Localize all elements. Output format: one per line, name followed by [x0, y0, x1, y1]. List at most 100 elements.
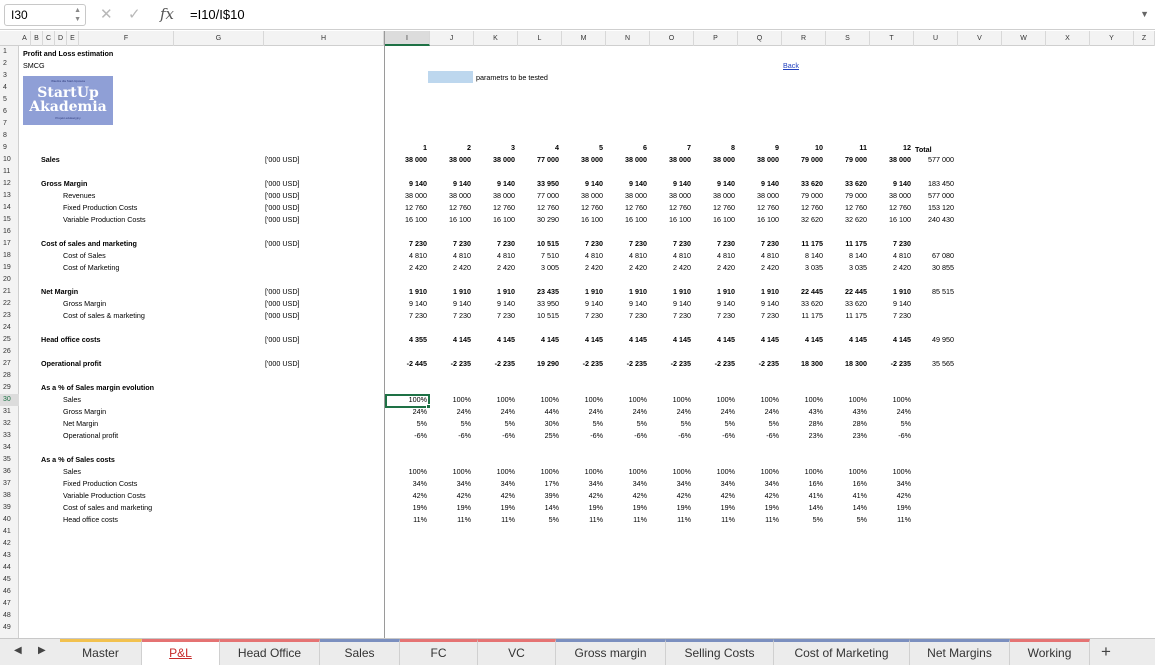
row-header-30[interactable]: 30	[0, 394, 19, 406]
row-header-1[interactable]: 1	[0, 46, 19, 58]
row-header-48[interactable]: 48	[0, 610, 19, 622]
row-header-3[interactable]: 3	[0, 70, 19, 82]
fill-handle[interactable]	[426, 404, 431, 409]
column-header-l[interactable]: L	[518, 31, 562, 46]
column-header-w[interactable]: W	[1002, 31, 1046, 46]
cancel-icon[interactable]: ✕	[100, 5, 113, 23]
row-header-7[interactable]: 7	[0, 118, 19, 130]
prev-sheet-icon[interactable]: ◀	[14, 645, 22, 656]
add-sheet-button[interactable]: +	[1095, 640, 1117, 664]
column-header-n[interactable]: N	[606, 31, 650, 46]
row-header-11[interactable]: 11	[0, 166, 19, 178]
column-header-e[interactable]: E	[67, 31, 79, 46]
row-header-14[interactable]: 14	[0, 202, 19, 214]
row-header-26[interactable]: 26	[0, 346, 19, 358]
column-header-d[interactable]: D	[55, 31, 67, 46]
column-header-i[interactable]: I	[385, 31, 430, 46]
row-header-8[interactable]: 8	[0, 130, 19, 142]
row-header-17[interactable]: 17	[0, 238, 19, 250]
sheet-tab-head-office[interactable]: Head Office	[220, 639, 320, 665]
row-header-42[interactable]: 42	[0, 538, 19, 550]
row-header-43[interactable]: 43	[0, 550, 19, 562]
column-header-k[interactable]: K	[474, 31, 518, 46]
row-header-4[interactable]: 4	[0, 82, 19, 94]
row-header-45[interactable]: 45	[0, 574, 19, 586]
column-header-x[interactable]: X	[1046, 31, 1090, 46]
row-header-25[interactable]: 25	[0, 334, 19, 346]
row-header-23[interactable]: 23	[0, 310, 19, 322]
row-header-10[interactable]: 10	[0, 154, 19, 166]
column-header-v[interactable]: V	[958, 31, 1002, 46]
column-header-f[interactable]: F	[79, 31, 174, 46]
row-header-2[interactable]: 2	[0, 58, 19, 70]
column-header-p[interactable]: P	[694, 31, 738, 46]
row-header-35[interactable]: 35	[0, 454, 19, 466]
row-header-5[interactable]: 5	[0, 94, 19, 106]
row-header-16[interactable]: 16	[0, 226, 19, 238]
sheet-tab-fc[interactable]: FC	[400, 639, 478, 665]
column-header-c[interactable]: C	[43, 31, 55, 46]
sheet-tab-net-margins[interactable]: Net Margins	[910, 639, 1010, 665]
back-link-text[interactable]: Back	[783, 61, 799, 70]
sheet-tab-cost-of-marketing[interactable]: Cost of Marketing	[774, 639, 910, 665]
column-header-t[interactable]: T	[870, 31, 914, 46]
row-header-39[interactable]: 39	[0, 502, 19, 514]
row-header-47[interactable]: 47	[0, 598, 19, 610]
row-header-37[interactable]: 37	[0, 478, 19, 490]
row-header-36[interactable]: 36	[0, 466, 19, 478]
row-header-41[interactable]: 41	[0, 526, 19, 538]
row-header-38[interactable]: 38	[0, 490, 19, 502]
sheet-tab-working[interactable]: Working	[1010, 639, 1090, 665]
column-header-y[interactable]: Y	[1090, 31, 1134, 46]
column-header-q[interactable]: Q	[738, 31, 782, 46]
check-icon[interactable]: ✓	[128, 5, 141, 23]
column-header-r[interactable]: R	[782, 31, 826, 46]
row-header-34[interactable]: 34	[0, 442, 19, 454]
row-header-27[interactable]: 27	[0, 358, 19, 370]
row-header-21[interactable]: 21	[0, 286, 19, 298]
formula-input[interactable]: =I10/I$10	[190, 7, 245, 22]
row-header-33[interactable]: 33	[0, 430, 19, 442]
column-header-m[interactable]: M	[562, 31, 606, 46]
selected-cell[interactable]	[385, 394, 431, 409]
column-header-b[interactable]: B	[31, 31, 43, 46]
back-link[interactable]: Back	[783, 60, 799, 72]
row-header-32[interactable]: 32	[0, 418, 19, 430]
row-header-18[interactable]: 18	[0, 250, 19, 262]
sheet-tab-master[interactable]: Master	[60, 639, 142, 665]
row-header-40[interactable]: 40	[0, 514, 19, 526]
row-header-44[interactable]: 44	[0, 562, 19, 574]
row-header-12[interactable]: 12	[0, 178, 19, 190]
row-header-15[interactable]: 15	[0, 214, 19, 226]
next-sheet-icon[interactable]: ▶	[38, 645, 46, 656]
column-header-a[interactable]: A	[19, 31, 31, 46]
sheet-tab-vc[interactable]: VC	[478, 639, 556, 665]
row-header-9[interactable]: 9	[0, 142, 19, 154]
column-header-j[interactable]: J	[430, 31, 474, 46]
column-header-z[interactable]: Z	[1134, 31, 1155, 46]
name-box[interactable]: I30 ▲ ▼	[4, 4, 86, 26]
sheet-tab-selling-costs[interactable]: Selling Costs	[666, 639, 774, 665]
row-header-19[interactable]: 19	[0, 262, 19, 274]
row-header-49[interactable]: 49	[0, 622, 19, 634]
row-header-22[interactable]: 22	[0, 298, 19, 310]
chevron-down-icon[interactable]: ▼	[1140, 9, 1149, 19]
column-header-u[interactable]: U	[914, 31, 958, 46]
sheet-tab-p-l[interactable]: P&L	[142, 639, 220, 665]
sheet-tab-gross-margin[interactable]: Gross margin	[556, 639, 666, 665]
row-header-31[interactable]: 31	[0, 406, 19, 418]
name-box-stepper-icon[interactable]: ▲ ▼	[74, 6, 81, 24]
column-header-g[interactable]: G	[174, 31, 264, 46]
row-header-13[interactable]: 13	[0, 190, 19, 202]
row-header-20[interactable]: 20	[0, 274, 19, 286]
sheet-tab-sales[interactable]: Sales	[320, 639, 400, 665]
column-header-h[interactable]: H	[264, 31, 384, 46]
column-header-s[interactable]: S	[826, 31, 870, 46]
row-header-24[interactable]: 24	[0, 322, 19, 334]
column-header-o[interactable]: O	[650, 31, 694, 46]
row-header-29[interactable]: 29	[0, 382, 19, 394]
row-header-28[interactable]: 28	[0, 370, 19, 382]
row-header-46[interactable]: 46	[0, 586, 19, 598]
row-header-6[interactable]: 6	[0, 106, 19, 118]
fx-icon[interactable]: fx	[160, 5, 174, 23]
